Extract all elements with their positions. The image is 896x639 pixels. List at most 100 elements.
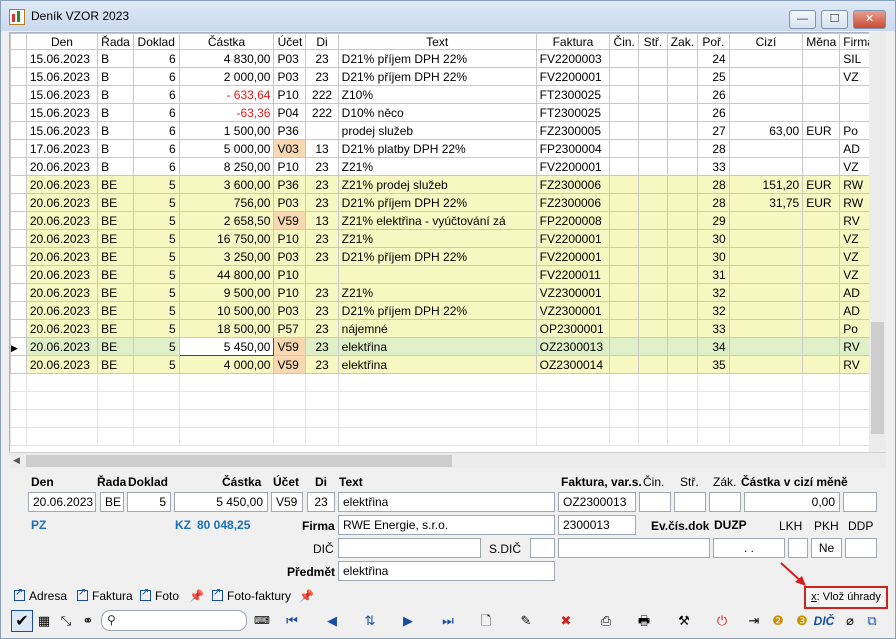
cell-ucet[interactable]: P10	[273, 265, 307, 284]
row-indicator[interactable]	[10, 319, 27, 338]
column-header-faktura[interactable]: Faktura	[535, 33, 611, 50]
sort-icon[interactable]: ⇅	[359, 610, 381, 632]
cell-ucet[interactable]: P03	[273, 67, 307, 86]
table-row[interactable]: 20.06.2023 BE 5 16 750,00 P10 23 Z21% FV2200001…	[10, 229, 885, 248]
faktura-field[interactable]: OZ2300013	[558, 492, 636, 512]
cell-cin[interactable]	[609, 355, 640, 374]
cell-ucet[interactable]: P10	[273, 85, 307, 104]
cell-castka[interactable]: 8 250,00	[178, 157, 275, 176]
binoculars-icon[interactable]: ⚭	[77, 610, 99, 632]
cell-cizi[interactable]: 151,20	[728, 175, 804, 194]
cell-str[interactable]	[638, 301, 668, 320]
column-header-mena[interactable]: Měna	[802, 33, 841, 50]
cell-cin[interactable]	[609, 139, 640, 158]
table-row[interactable]: 15.06.2023 B 6- 633,64 P10 222 Z10% FT2300025 2…	[10, 85, 885, 104]
cell-zak[interactable]	[666, 301, 699, 320]
cell-text[interactable]: D21% příjem DPH 22%	[337, 67, 537, 86]
cell-mena[interactable]	[802, 157, 841, 176]
cell-doklad[interactable]: 5	[132, 247, 180, 266]
cell-text[interactable]: D21% příjem DPH 22%	[337, 247, 537, 266]
cell-mena[interactable]	[802, 265, 841, 284]
column-header-den[interactable]: Den	[25, 33, 99, 50]
cell-zak[interactable]	[666, 211, 699, 230]
cell-cizi[interactable]	[728, 247, 804, 266]
cell-castka[interactable]: 2 000,00	[178, 67, 275, 86]
power-icon[interactable]: ⏻	[711, 610, 733, 632]
cell-por[interactable]: 30	[697, 247, 730, 266]
column-header-str[interactable]: Stř.	[638, 33, 668, 50]
cell-ucet[interactable]: P57	[273, 319, 307, 338]
cell-cizi[interactable]	[728, 103, 804, 122]
maximize-button[interactable]: ☐	[821, 10, 848, 29]
next-record-icon[interactable]: ▶	[397, 610, 419, 632]
edit-icon[interactable]: ✎	[515, 610, 537, 632]
cell-text[interactable]	[337, 265, 537, 284]
print-preview-icon[interactable]: ⎙	[595, 610, 617, 632]
keyboard-icon[interactable]: ⌨	[251, 610, 273, 632]
row-indicator[interactable]	[10, 247, 27, 266]
cell-den[interactable]: 20.06.2023	[25, 229, 99, 248]
cell-zak[interactable]	[666, 247, 699, 266]
cell-di[interactable]: 222	[305, 85, 339, 104]
cell-castka[interactable]: 18 500,00	[178, 319, 275, 338]
cell-por[interactable]: 32	[697, 301, 730, 320]
table-row[interactable]: 20.06.2023 BE 5 2 658,50 V59 13 Z21% elektřina…	[10, 211, 885, 230]
cell-str[interactable]	[638, 85, 668, 104]
cell-cizi[interactable]	[728, 211, 804, 230]
cell-text[interactable]: D21% příjem DPH 22%	[337, 49, 537, 68]
cell-faktura[interactable]: FV2200011	[535, 265, 611, 284]
cell-faktura[interactable]: FZ2300006	[535, 193, 611, 212]
cell-ucet[interactable]: V59	[273, 355, 307, 374]
cell-zak[interactable]	[666, 139, 699, 158]
cell-doklad[interactable]: 6	[132, 121, 180, 140]
str-field[interactable]	[674, 492, 706, 512]
cell-doklad[interactable]: 5	[132, 211, 180, 230]
cell-cin[interactable]	[609, 49, 640, 68]
cell-str[interactable]	[638, 175, 668, 194]
cell-den[interactable]: 20.06.2023	[25, 157, 99, 176]
tab-foto-faktury[interactable]: Foto-faktury	[212, 587, 291, 603]
cell-cizi[interactable]	[728, 229, 804, 248]
cell-faktura[interactable]: FZ2300006	[535, 175, 611, 194]
cell-rada[interactable]: B	[97, 85, 134, 104]
cell-cin[interactable]	[609, 283, 640, 302]
row-indicator[interactable]	[10, 121, 27, 140]
cell-text[interactable]: D21% příjem DPH 22%	[337, 193, 537, 212]
cell-rada[interactable]: BE	[97, 283, 134, 302]
cell-str[interactable]	[638, 157, 668, 176]
cell-den[interactable]: 20.06.2023	[25, 355, 99, 374]
cell-zak[interactable]	[666, 193, 699, 212]
help-icon[interactable]: ❷	[767, 610, 789, 632]
cell-di[interactable]: 23	[305, 175, 339, 194]
cell-str[interactable]	[638, 283, 668, 302]
column-header-cizi[interactable]: Cizí	[728, 33, 804, 50]
cell-por[interactable]: 33	[697, 157, 730, 176]
cell-ucet[interactable]: P03	[273, 193, 307, 212]
cell-faktura[interactable]: OZ2300014	[535, 355, 611, 374]
cell-por[interactable]: 24	[697, 49, 730, 68]
cell-den[interactable]: 20.06.2023	[25, 319, 99, 338]
cell-mena[interactable]	[802, 319, 841, 338]
table-row[interactable]: 20.06.2023 BE 5 4 000,00 V59 23 elektřina OZ230…	[10, 355, 885, 374]
cell-cin[interactable]	[609, 193, 640, 212]
row-indicator[interactable]	[10, 355, 27, 374]
cell-doklad[interactable]: 5	[132, 337, 180, 356]
cell-str[interactable]	[638, 67, 668, 86]
cell-zak[interactable]	[666, 337, 699, 356]
cell-zak[interactable]	[666, 355, 699, 374]
cell-mena[interactable]	[802, 337, 841, 356]
cell-rada[interactable]: BE	[97, 337, 134, 356]
row-indicator[interactable]	[10, 85, 27, 104]
pin-icon[interactable]: 📌	[189, 589, 204, 603]
table-row[interactable]: 15.06.2023 B 6 -63,36 P04 222 D10% něco FT23000…	[10, 103, 885, 122]
cell-ucet[interactable]: P03	[273, 301, 307, 320]
cell-di[interactable]: 23	[305, 49, 339, 68]
cell-rada[interactable]: BE	[97, 175, 134, 194]
cell-doklad[interactable]: 5	[132, 319, 180, 338]
cell-rada[interactable]: B	[97, 157, 134, 176]
cell-cin[interactable]	[609, 85, 640, 104]
column-header-por[interactable]: Poř.	[697, 33, 730, 50]
cell-faktura[interactable]: FV2200001	[535, 247, 611, 266]
cell-text[interactable]: D10% něco	[337, 103, 537, 122]
close-button[interactable]: ✕	[853, 10, 886, 29]
